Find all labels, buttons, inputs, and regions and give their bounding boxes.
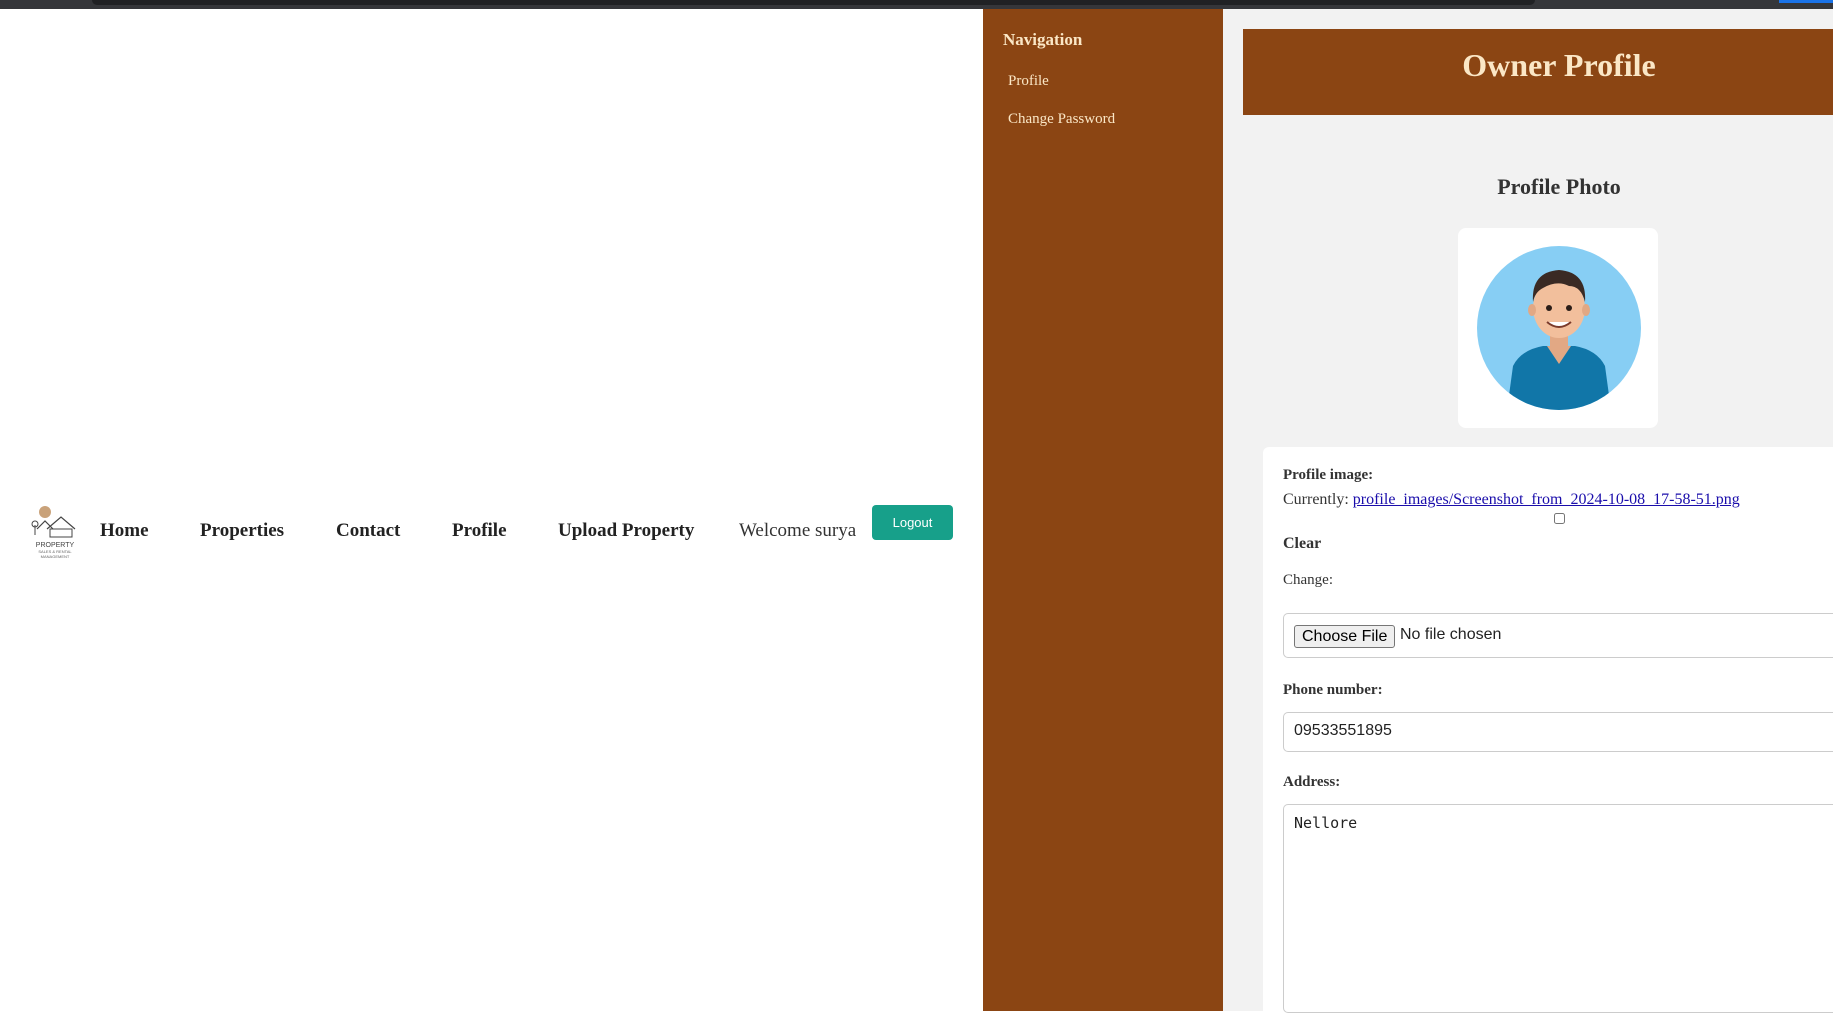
clear-image-checkbox[interactable] xyxy=(1554,513,1565,524)
profile-image-label: Profile image: xyxy=(1283,467,1374,483)
browser-accent-chip xyxy=(1779,0,1833,3)
address-textarea[interactable]: Nellore xyxy=(1294,814,1814,999)
current-image-link[interactable]: profile_images/Screenshot_from_2024-10-0… xyxy=(1353,491,1740,508)
address-bar-edge xyxy=(92,0,1535,5)
sidebar-item-profile[interactable]: Profile xyxy=(1008,73,1049,90)
avatar xyxy=(1477,246,1641,410)
svg-text:PROPERTY: PROPERTY xyxy=(36,542,75,549)
clear-label: Clear xyxy=(1283,535,1322,552)
no-file-text: No file chosen xyxy=(1400,626,1502,643)
nav-properties[interactable]: Properties xyxy=(200,520,284,542)
nav-profile[interactable]: Profile xyxy=(452,520,507,542)
choose-file-button[interactable]: Choose File xyxy=(1294,625,1396,648)
site-header: PROPERTY SALES & RENTAL MANAGEMENT Home … xyxy=(0,9,983,1011)
change-label: Change: xyxy=(1283,572,1333,588)
nav-upload-property[interactable]: Upload Property xyxy=(558,520,694,542)
logout-button[interactable]: Logout xyxy=(872,505,953,540)
sidebar: Navigation Profile Change Password xyxy=(983,9,1223,1011)
address-field-box: Nellore xyxy=(1283,804,1833,1013)
nav-contact[interactable]: Contact xyxy=(336,520,400,542)
currently-label: Currently: xyxy=(1283,491,1349,508)
profile-form: Profile image: Currently: profile_images… xyxy=(1263,447,1833,1013)
page-title: Owner Profile xyxy=(1462,47,1656,83)
phone-label: Phone number: xyxy=(1283,682,1383,698)
browser-top-strip xyxy=(0,0,1833,9)
svg-text:MANAGEMENT: MANAGEMENT xyxy=(41,554,70,559)
sidebar-title: Navigation xyxy=(1003,30,1083,49)
nav-home[interactable]: Home xyxy=(100,520,149,542)
phone-field-box xyxy=(1283,712,1833,752)
main-content: Owner Profile Profile Photo Profile imag… xyxy=(1223,9,1833,1013)
profile-photo-card xyxy=(1458,228,1658,428)
welcome-text: Welcome surya xyxy=(739,520,857,541)
phone-input[interactable] xyxy=(1294,722,1814,740)
profile-photo-heading: Profile Photo xyxy=(1497,174,1621,199)
current-image-line: Currently: profile_images/Screenshot_fro… xyxy=(1283,491,1740,509)
house-logo-icon: PROPERTY SALES & RENTAL MANAGEMENT xyxy=(31,506,76,559)
profile-image-file-input[interactable]: Choose File No file chosen xyxy=(1283,613,1833,658)
address-label: Address: xyxy=(1283,774,1341,790)
site-logo[interactable]: PROPERTY SALES & RENTAL MANAGEMENT xyxy=(27,503,84,561)
sidebar-item-change-password[interactable]: Change Password xyxy=(1008,111,1115,128)
page-banner: Owner Profile xyxy=(1243,29,1833,115)
